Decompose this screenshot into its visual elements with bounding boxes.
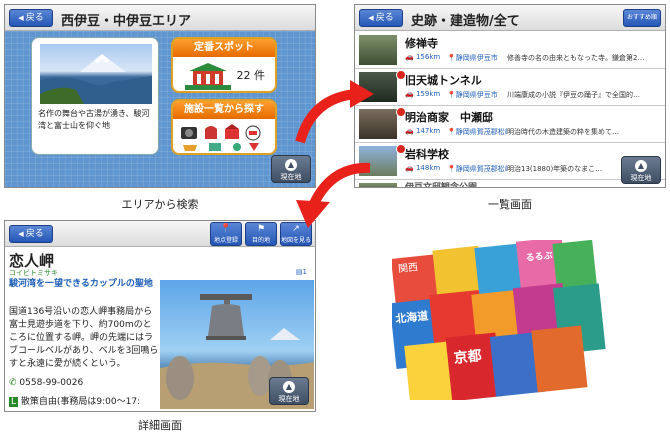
list-item[interactable]: 岩科学校 🚗 148km 📍静岡県賀茂郡松崎町 明治13(1880)年築のなまこ… xyxy=(355,143,665,180)
page-indicator: ▤1 xyxy=(295,268,307,276)
list-screen-caption: 一覧画面 xyxy=(488,198,532,211)
list-screen: ◀ 戻る 史跡・建造物/全て おすすめ順 修禅寺 🚗 156km 📍静岡県伊豆市 … xyxy=(354,4,666,188)
spot-reading: コイビトミサキ xyxy=(9,269,58,277)
spot-thumbnail xyxy=(359,35,397,65)
magazine-title: 関西 xyxy=(398,261,419,275)
spot-description: 川端康成の小説『伊豆の踊子』で全国的… xyxy=(507,91,640,99)
detail-screen: ◀ 戻る 📍 地点登録 ⚑ 目的地 ↗ 地図を見る 恋人岬 コイビトミサキ ▤1 駿河湾… xyxy=(4,220,316,412)
flag-icon: ⚑ xyxy=(256,224,266,234)
area-photo-card[interactable]: 名作の舞台や古湯が湧き、駿河湾と富士山を仰ぐ地 xyxy=(31,37,159,155)
list-item[interactable]: 伊豆文邸観念公園 xyxy=(355,180,665,188)
location: 📍静岡県伊豆市 xyxy=(447,91,498,99)
location: 📍静岡県賀茂郡松崎町 xyxy=(447,128,507,136)
distance: 🚗 156km xyxy=(405,53,441,61)
distance: 🚗 159km xyxy=(405,90,441,98)
sort-recommended-button[interactable]: おすすめ順 xyxy=(623,9,661,27)
mount-fuji-photo xyxy=(40,44,152,104)
spot-description: 国道136号沿いの恋人岬事務局から富士見遊歩道を下り、約700mのところに位置す… xyxy=(9,307,159,369)
current-location-button[interactable]: ▲ 現在地 xyxy=(269,377,309,405)
spot-name: 修禅寺 xyxy=(405,37,438,50)
area-screen-caption: エリアから検索 xyxy=(121,198,199,211)
spot-name: 伊豆文邸観念公園 xyxy=(405,183,478,188)
area-photo-caption: 名作の舞台や古湯が湧き、駿河湾と富士山を仰ぐ地 xyxy=(38,109,150,130)
distance: 🚗 147km xyxy=(405,127,441,135)
facility-list-header: 施設一覧から探す xyxy=(173,101,275,119)
back-button[interactable]: ◀ 戻る xyxy=(9,9,53,27)
area-search-screen: ◀ 戻る 西伊豆・中伊豆エリア 名作の舞台や古湯が湧き、駿河湾と富士山を仰ぐ地 定… xyxy=(4,4,316,188)
phone-icon: ✆ xyxy=(9,378,17,388)
arrow-to-detail-icon xyxy=(296,162,371,228)
phone-number[interactable]: ✆ 0558-99-0026 xyxy=(9,378,83,388)
magazine-title: 京都 xyxy=(453,347,483,367)
detail-screen-caption: 詳細画面 xyxy=(138,419,182,432)
destination-button[interactable]: ⚑ 目的地 xyxy=(245,222,277,246)
page-title: 史跡・建造物/全て xyxy=(411,14,520,29)
list-item[interactable]: 明治商家 中瀬邸 🚗 147km 📍静岡県賀茂郡松崎町 明治時代の木造建築の粋を… xyxy=(355,106,665,143)
location: 📍静岡県伊豆市 xyxy=(447,54,498,62)
up-arrow-icon: ▲ xyxy=(635,160,647,172)
spot-count: 22 件 xyxy=(236,69,266,82)
spot-name: 旧天城トンネル xyxy=(405,74,482,87)
shrine-icon xyxy=(185,63,231,90)
distance: 🚗 148km xyxy=(405,164,441,172)
guidebook-magazines-image: 関西 北海道 京都 るるぶ xyxy=(392,240,606,400)
register-point-button[interactable]: 📍 地点登録 xyxy=(210,222,242,246)
list-item[interactable]: 修禅寺 🚗 156km 📍静岡県伊豆市 修善寺の名の由来ともなった寺。鎌倉第2… xyxy=(355,32,665,69)
top-bar: ◀ 戻る 西伊豆・中伊豆エリア xyxy=(5,5,315,31)
facility-list-card[interactable]: 施設一覧から探す xyxy=(171,99,277,155)
back-button[interactable]: ◀ 戻る xyxy=(359,9,403,27)
spot-name: 明治商家 中瀬邸 xyxy=(405,111,493,124)
spot-description: 明治13(1880)年築のなまこ… xyxy=(507,165,603,173)
hours-icon: L xyxy=(9,397,19,407)
page-title: 西伊豆・中伊豆エリア xyxy=(61,14,192,29)
spot-description: 修善寺の名の由来ともなった寺。鎌倉第2… xyxy=(507,54,645,62)
spot-name: 岩科学校 xyxy=(405,148,449,161)
spot-description: 明治時代の木造建築の粋を集めて… xyxy=(507,128,619,136)
pin-icon: 📍 xyxy=(220,224,232,234)
area-body: 名作の舞台や古湯が湧き、駿河湾と富士山を仰ぐ地 定番スポット 22 件 施設一覧… xyxy=(5,31,315,187)
list-item[interactable]: 旧天城トンネル 🚗 159km 📍静岡県伊豆市 川端康成の小説『伊豆の踊子』で全… xyxy=(355,69,665,106)
opening-hours: L 散策自由(事務局は9:00～17: xyxy=(9,397,141,407)
top-bar: ◀ 戻る 📍 地点登録 ⚑ 目的地 ↗ 地図を見る xyxy=(5,221,315,247)
arrow-to-list-icon xyxy=(295,80,374,144)
facility-category-icons xyxy=(181,124,261,151)
current-location-button[interactable]: ▲ 現在地 xyxy=(621,156,661,184)
standard-spot-header: 定番スポット xyxy=(173,39,275,57)
catch-copy: 駿河湾を一望できるカップルの聖地 xyxy=(9,279,153,289)
back-button[interactable]: ◀ 戻る xyxy=(9,225,53,243)
top-bar: ◀ 戻る 史跡・建造物/全て おすすめ順 xyxy=(355,5,665,31)
standard-spot-card[interactable]: 定番スポット 22 件 xyxy=(171,37,277,93)
location: 📍静岡県賀茂郡松崎町 xyxy=(447,165,507,173)
up-arrow-icon: ▲ xyxy=(283,381,295,393)
